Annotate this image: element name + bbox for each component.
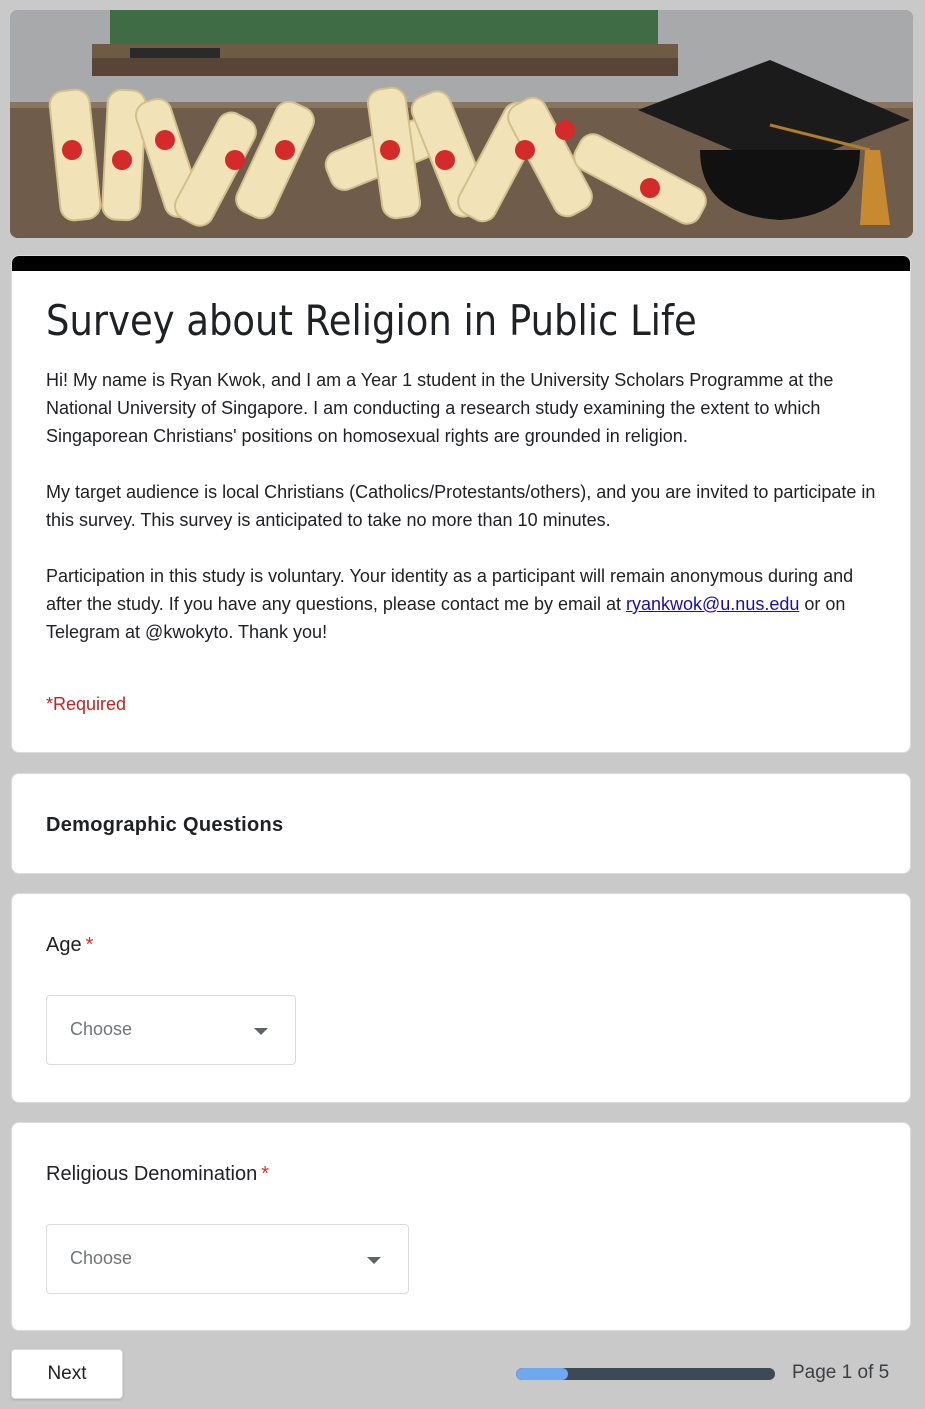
form-title: Survey about Religion in Public Life [46, 296, 697, 345]
form-description: Hi! My name is Ryan Kwok, and I am a Yea… [46, 366, 886, 674]
question-label: Age * [46, 934, 93, 957]
section-header-card: Demographic Questions [11, 773, 911, 874]
required-note: *Required [46, 694, 127, 714]
form-header-card: Survey about Religion in Public Life Hi!… [11, 255, 911, 753]
next-button[interactable]: Next [11, 1349, 123, 1399]
question-title: Age [46, 934, 82, 956]
required-asterisk: * [261, 1163, 270, 1185]
description-paragraph: Hi! My name is Ryan Kwok, and I am a Yea… [46, 370, 834, 446]
chevron-down-icon [367, 1257, 381, 1264]
section-title: Demographic Questions [46, 814, 284, 836]
progress-bar-fill [516, 1368, 568, 1380]
description-paragraph: Participation in this study is voluntary… [46, 562, 886, 646]
email-link[interactable]: ryankwok@u.nus.edu [626, 594, 799, 614]
progress-bar [516, 1368, 775, 1380]
dropdown-placeholder: Choose [70, 1019, 133, 1039]
question-label: Religious Denomination * [46, 1163, 269, 1186]
form-accent-bar [12, 256, 910, 271]
chevron-down-icon [254, 1028, 268, 1035]
required-asterisk: * [85, 934, 94, 956]
header-banner-image [10, 10, 913, 238]
question-card-age: Age * Choose [11, 893, 911, 1103]
question-card-denomination: Religious Denomination * Choose [11, 1122, 911, 1331]
description-paragraph: My target audience is local Christians (… [46, 482, 876, 530]
denomination-dropdown[interactable]: Choose [46, 1224, 409, 1294]
page-indicator: Page 1 of 5 [792, 1362, 890, 1383]
dropdown-placeholder: Choose [70, 1248, 133, 1268]
age-dropdown[interactable]: Choose [46, 995, 296, 1065]
question-title: Religious Denomination [46, 1163, 258, 1185]
